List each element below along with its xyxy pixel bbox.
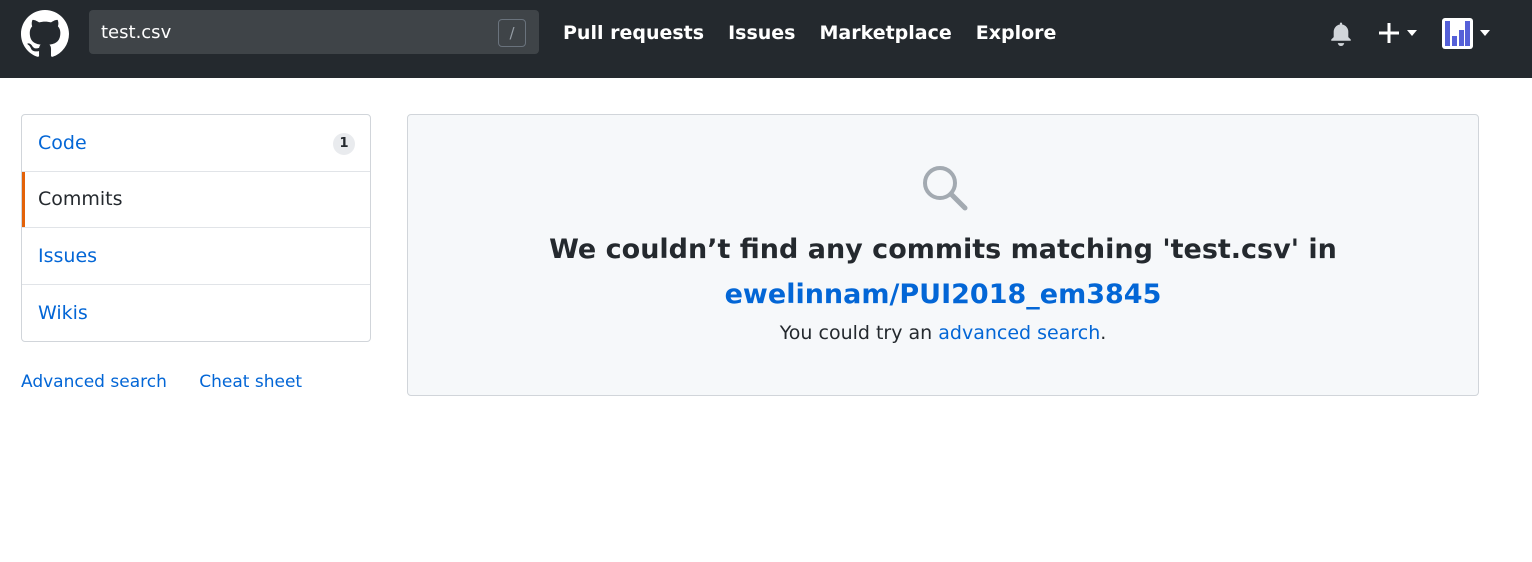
chevron-down-icon	[1480, 30, 1490, 36]
github-mark-icon[interactable]	[21, 10, 69, 58]
plus-icon	[1379, 23, 1399, 43]
search-box: /	[89, 10, 539, 54]
menu-item-code[interactable]: Code 1	[22, 115, 370, 172]
search-icon	[923, 166, 968, 211]
create-new-button[interactable]	[1378, 0, 1417, 66]
hint-period: .	[1100, 322, 1107, 344]
top-navigation-bar: / Pull requests Issues Marketplace Explo…	[0, 0, 1532, 78]
repository-link[interactable]: ewelinnam/PUI2018_em3845	[408, 277, 1478, 313]
nav-marketplace[interactable]: Marketplace	[819, 22, 951, 44]
main-nav: Pull requests Issues Marketplace Explore	[563, 0, 1080, 66]
nav-pull-requests[interactable]: Pull requests	[563, 22, 704, 44]
menu-item-label: Code	[38, 131, 87, 154]
menu-item-wikis[interactable]: Wikis	[22, 285, 370, 342]
sidebar-links: Advanced search Cheat sheet	[21, 372, 329, 392]
hint-text: You could try an	[779, 322, 939, 344]
advanced-search-link[interactable]: advanced search	[938, 322, 1100, 344]
user-menu-button[interactable]	[1442, 0, 1490, 66]
chevron-down-icon	[1407, 30, 1417, 36]
nav-issues[interactable]: Issues	[728, 22, 795, 44]
menu-item-label: Commits	[38, 188, 123, 211]
search-hint: You could try an advanced search.	[408, 319, 1478, 347]
result-count-badge: 1	[333, 133, 355, 155]
notifications-button[interactable]	[1328, 0, 1354, 66]
nav-explore[interactable]: Explore	[976, 22, 1057, 44]
advanced-search-link[interactable]: Advanced search	[21, 372, 167, 392]
menu-item-label: Issues	[38, 244, 98, 267]
keyboard-shortcut-hint: /	[498, 19, 526, 47]
no-results-panel: We couldn’t find any commits matching 't…	[407, 114, 1479, 396]
avatar	[1442, 17, 1473, 49]
cheat-sheet-link[interactable]: Cheat sheet	[199, 372, 302, 392]
no-results-heading: We couldn’t find any commits matching 't…	[549, 234, 1337, 265]
menu-item-label: Wikis	[38, 301, 88, 324]
search-input[interactable]	[89, 10, 489, 54]
menu-item-commits[interactable]: Commits	[22, 171, 370, 228]
menu-item-issues[interactable]: Issues	[22, 228, 370, 285]
search-type-menu: Code 1 Commits Issues Wikis	[21, 114, 371, 342]
bell-icon	[1331, 22, 1351, 46]
